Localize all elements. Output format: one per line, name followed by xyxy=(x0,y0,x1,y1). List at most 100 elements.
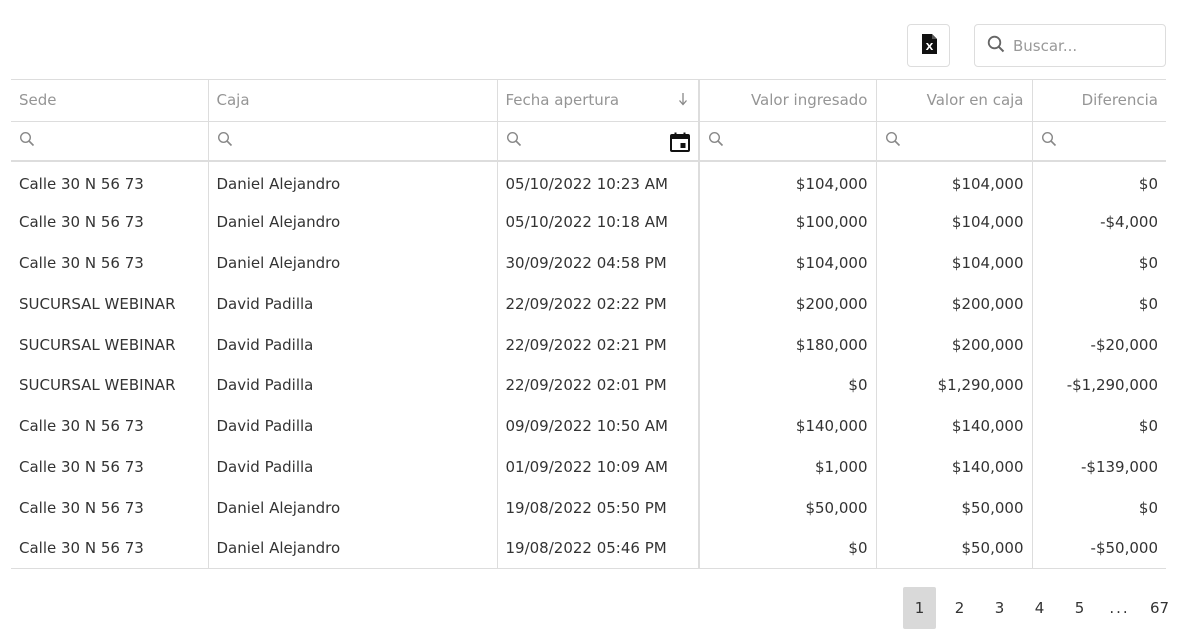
cell-diferencia: -$50,000 xyxy=(1031,528,1166,570)
filter-cell-diferencia[interactable] xyxy=(1031,121,1166,162)
cell-valor-en-caja: $140,000 xyxy=(875,405,1032,447)
cell-sede: Calle 30 N 56 73 xyxy=(11,528,208,570)
cell-sede: Calle 30 N 56 73 xyxy=(19,457,144,476)
cell-valor-en-caja: $140,000 xyxy=(875,446,1032,488)
cell-valor-en-caja: $104,000 xyxy=(875,201,1032,243)
page-button-2[interactable]: 2 xyxy=(943,587,976,629)
cell-valor-ingresado: $1,000 xyxy=(698,446,876,488)
search-icon xyxy=(987,35,1005,57)
data-grid: Sede Caja Fecha apertura Valor ingresado… xyxy=(11,79,1166,570)
cell-diferencia: -$4,000 xyxy=(1031,201,1166,243)
column-header-sede[interactable]: Sede xyxy=(11,80,208,122)
cell-valor-ingresado: $104,000 xyxy=(698,161,876,202)
cell-fecha-apertura: 19/08/2022 05:46 PM xyxy=(496,528,700,570)
cell-diferencia: -$1,290,000 xyxy=(1031,364,1166,406)
cell-valor-en-caja: $50,000 xyxy=(875,528,1032,570)
search-input[interactable] xyxy=(1013,36,1153,55)
cell-valor-en-caja: $104,000 xyxy=(875,242,1032,284)
table-body: Calle 30 N 56 73 Daniel Alejandro 05/10/20… xyxy=(11,161,1166,570)
table-row[interactable]: Calle 30 N 56 73 Daniel Alejandro 05/10/20… xyxy=(11,201,1166,243)
page-button-3[interactable]: 3 xyxy=(983,587,1016,629)
cell-caja: David Padilla xyxy=(207,364,497,406)
table-row[interactable]: Calle 30 N 56 73 Daniel Alejandro 05/10/20… xyxy=(11,161,1166,202)
cell-valor-ingresado: $180,000 xyxy=(698,324,876,365)
cell-diferencia: $0 xyxy=(1031,242,1166,284)
cell-fecha-apertura: 05/10/2022 10:18 AM xyxy=(496,201,700,243)
search-icon xyxy=(506,131,522,151)
search-icon xyxy=(217,131,233,151)
cell-valor-en-caja: $200,000 xyxy=(875,324,1032,365)
table-row[interactable]: SUCURSAL WEBINAR David Padilla 22/09/2022 … xyxy=(11,283,1166,325)
table-row[interactable]: SUCURSAL WEBINAR David Padilla 22/09/2022 … xyxy=(11,324,1166,365)
pagination: 1 2 3 4 5 ... 67 xyxy=(896,587,1176,629)
cell-fecha-apertura: 22/09/2022 02:22 PM xyxy=(496,283,700,325)
cell-valor-ingresado: $100,000 xyxy=(698,201,876,243)
cell-sede: Calle 30 N 56 73 xyxy=(19,417,144,436)
cell-caja: David Padilla xyxy=(207,446,497,488)
cell-caja: Daniel Alejandro xyxy=(207,528,497,570)
filter-cell-sede[interactable] xyxy=(11,121,208,162)
table-row[interactable]: Calle 30 N 56 73 Daniel Alejandro 19/08/20… xyxy=(11,487,1166,529)
filter-row xyxy=(11,121,1166,162)
search-box[interactable] xyxy=(974,24,1166,67)
page-button-5[interactable]: 5 xyxy=(1063,587,1096,629)
filter-cell-fecha-apertura[interactable] xyxy=(496,121,700,162)
filter-cell-caja[interactable] xyxy=(207,121,497,162)
filter-cell-valor-en-caja[interactable] xyxy=(875,121,1032,162)
cell-diferencia: -$20,000 xyxy=(1031,324,1166,365)
cell-caja: David Padilla xyxy=(207,324,497,365)
search-icon xyxy=(708,131,724,151)
cell-sede: SUCURSAL WEBINAR xyxy=(19,294,176,313)
cell-fecha-apertura: 09/09/2022 10:50 AM xyxy=(496,405,700,447)
export-excel-button[interactable]: X xyxy=(907,24,950,67)
cell-sede: Calle 30 N 56 73 xyxy=(19,174,144,193)
cell-valor-ingresado: $0 xyxy=(698,528,876,570)
table-row[interactable]: Calle 30 N 56 73 David Padilla 09/09/2022 … xyxy=(11,405,1166,447)
cell-fecha-apertura: 01/09/2022 10:09 AM xyxy=(496,446,700,488)
column-header-fecha-apertura[interactable]: Fecha apertura xyxy=(496,80,700,122)
column-header-valor-ingresado[interactable]: Valor ingresado xyxy=(698,80,876,122)
cell-valor-en-caja: $50,000 xyxy=(875,487,1032,529)
cell-fecha-apertura: 30/09/2022 04:58 PM xyxy=(496,242,700,284)
toolbar: X xyxy=(907,24,1166,67)
column-header-caja[interactable]: Caja xyxy=(207,80,497,122)
page-button-4[interactable]: 4 xyxy=(1023,587,1056,629)
cell-sede: SUCURSAL WEBINAR xyxy=(19,335,176,354)
cell-sede: SUCURSAL WEBINAR xyxy=(19,376,176,395)
cell-fecha-apertura: 22/09/2022 02:01 PM xyxy=(496,364,700,406)
cell-diferencia: $0 xyxy=(1031,283,1166,325)
column-header-valor-en-caja[interactable]: Valor en caja xyxy=(875,80,1032,122)
cell-caja: Daniel Alejandro xyxy=(207,161,497,202)
search-icon xyxy=(1041,131,1057,151)
cell-valor-en-caja: $1,290,000 xyxy=(875,364,1032,406)
cell-sede: Calle 30 N 56 73 xyxy=(19,253,144,272)
page-button-1[interactable]: 1 xyxy=(903,587,936,629)
table-row[interactable]: Calle 30 N 56 73 David Padilla 01/09/2022 … xyxy=(11,446,1166,488)
search-icon xyxy=(19,131,35,151)
cell-diferencia: $0 xyxy=(1031,487,1166,529)
filter-cell-valor-ingresado[interactable] xyxy=(698,121,876,162)
search-icon xyxy=(885,131,901,151)
table-row[interactable]: Calle 30 N 56 73 Daniel Alejandro 19/08/20… xyxy=(11,528,1166,570)
table-row[interactable]: SUCURSAL WEBINAR David Padilla 22/09/2022 … xyxy=(11,364,1166,406)
cell-valor-ingresado: $50,000 xyxy=(698,487,876,529)
calendar-icon[interactable] xyxy=(670,132,690,156)
cell-caja: Daniel Alejandro xyxy=(207,242,497,284)
cell-fecha-apertura: 19/08/2022 05:50 PM xyxy=(496,487,700,529)
column-header-diferencia[interactable]: Diferencia xyxy=(1031,80,1166,122)
column-header-label: Fecha apertura xyxy=(505,91,620,110)
page-button-last[interactable]: 67 xyxy=(1143,587,1176,629)
cell-caja: Daniel Alejandro xyxy=(207,201,497,243)
cell-diferencia: -$139,000 xyxy=(1031,446,1166,488)
cell-caja: David Padilla xyxy=(207,283,497,325)
cell-valor-ingresado: $104,000 xyxy=(698,242,876,284)
cell-caja: Daniel Alejandro xyxy=(207,487,497,529)
cell-caja: David Padilla xyxy=(207,405,497,447)
cell-diferencia: $0 xyxy=(1031,405,1166,447)
cell-fecha-apertura: 05/10/2022 10:23 AM xyxy=(496,161,700,202)
cell-valor-en-caja: $104,000 xyxy=(875,161,1032,202)
sort-descending-icon[interactable] xyxy=(678,92,688,110)
cell-diferencia: $0 xyxy=(1031,161,1166,202)
table-row[interactable]: Calle 30 N 56 73 Daniel Alejandro 30/09/20… xyxy=(11,242,1166,284)
cell-fecha-apertura: 22/09/2022 02:21 PM xyxy=(496,324,700,365)
